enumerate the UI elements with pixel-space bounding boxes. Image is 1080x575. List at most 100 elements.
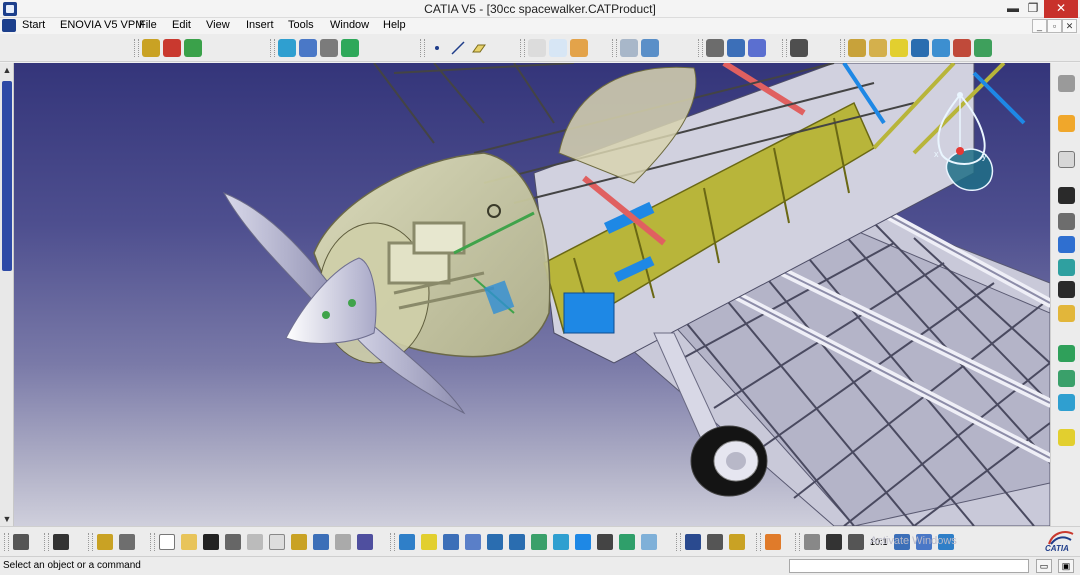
- start-menu-icon[interactable]: [2, 19, 16, 32]
- update-icon[interactable]: [1058, 394, 1075, 411]
- constraint-icon[interactable]: [320, 39, 338, 57]
- open-icon[interactable]: [181, 534, 197, 550]
- fit-all-icon[interactable]: [421, 534, 437, 550]
- status-bar: Select an object or a command ▭ ▣: [0, 556, 1080, 575]
- swap-space-icon[interactable]: [619, 534, 635, 550]
- sketch-icon[interactable]: [1058, 151, 1075, 168]
- apply-material-icon[interactable]: [1058, 236, 1075, 253]
- clash-icon[interactable]: [341, 39, 359, 57]
- menu-window[interactable]: Window: [330, 19, 369, 31]
- drawing-icon[interactable]: [1058, 259, 1075, 276]
- rotate-icon[interactable]: [465, 534, 481, 550]
- print-doc-icon[interactable]: [225, 534, 241, 550]
- quick-view-icon[interactable]: [553, 534, 569, 550]
- bt-group-tools: [756, 532, 787, 552]
- pan-icon[interactable]: [443, 534, 459, 550]
- sketcher-icon[interactable]: [142, 39, 160, 57]
- scroll-thumb[interactable]: [2, 81, 12, 271]
- publish-icon[interactable]: [570, 39, 588, 57]
- menu-start[interactable]: Start: [22, 19, 45, 31]
- manipulate-icon[interactable]: [641, 39, 659, 57]
- catalog-icon[interactable]: [706, 39, 724, 57]
- doc-restore-button[interactable]: ▫: [1047, 19, 1062, 33]
- update-tb-icon[interactable]: [765, 534, 781, 550]
- plane-icon[interactable]: [470, 39, 488, 57]
- save-icon[interactable]: [203, 534, 219, 550]
- compass-tool-icon[interactable]: [1058, 75, 1075, 92]
- macro-icon[interactable]: [97, 534, 113, 550]
- point-icon[interactable]: [428, 39, 446, 57]
- analyze-icon[interactable]: [804, 534, 820, 550]
- review-icon[interactable]: [1058, 213, 1075, 230]
- aircraft-model[interactable]: x y: [14, 63, 1050, 526]
- power-input-icon[interactable]: ▭: [1036, 559, 1052, 573]
- menu-tools[interactable]: Tools: [288, 19, 314, 31]
- menu-bar: Start ENOVIA V5 VPM File Edit View Inser…: [0, 18, 1080, 34]
- render-icon[interactable]: [869, 39, 887, 57]
- camera-icon[interactable]: [932, 39, 950, 57]
- menu-view[interactable]: View: [206, 19, 230, 31]
- measure-tb-icon[interactable]: [707, 534, 723, 550]
- vertical-scrollbar[interactable]: ▲ ▼: [0, 63, 14, 526]
- normal-view-icon[interactable]: [531, 534, 547, 550]
- zoom-in-icon[interactable]: [487, 534, 503, 550]
- line-icon[interactable]: [449, 39, 467, 57]
- section-icon[interactable]: [1058, 187, 1075, 204]
- measure-icon[interactable]: [278, 39, 296, 57]
- cube-icon[interactable]: [1058, 345, 1075, 362]
- assembly-icon[interactable]: [184, 39, 202, 57]
- apply-material-tb-icon[interactable]: [729, 534, 745, 550]
- maximize-button[interactable]: ❐: [1020, 0, 1046, 18]
- shading-icon[interactable]: [848, 39, 866, 57]
- scene-icon[interactable]: [748, 39, 766, 57]
- menu-file[interactable]: File: [139, 19, 157, 31]
- snap-icon[interactable]: [299, 39, 317, 57]
- material-icon[interactable]: [890, 39, 908, 57]
- doc-minimize-button[interactable]: _: [1032, 19, 1047, 33]
- copy-icon[interactable]: [269, 534, 285, 550]
- menu-enovia[interactable]: ENOVIA V5 VPM: [60, 19, 144, 31]
- redo-icon[interactable]: [335, 534, 351, 550]
- print-icon[interactable]: [13, 534, 29, 550]
- new-icon[interactable]: [159, 534, 175, 550]
- compass-view-icon[interactable]: [953, 39, 971, 57]
- turntable-icon[interactable]: [790, 39, 808, 57]
- compass-tb-icon[interactable]: [641, 534, 657, 550]
- zoom-out-icon[interactable]: [509, 534, 525, 550]
- environment-icon[interactable]: [974, 39, 992, 57]
- close-button[interactable]: ✕: [1044, 0, 1078, 18]
- menu-insert[interactable]: Insert: [246, 19, 274, 31]
- fillet-icon[interactable]: [1058, 305, 1075, 322]
- fly-icon[interactable]: [826, 534, 842, 550]
- hole-icon[interactable]: [1058, 281, 1075, 298]
- catalog-browser-icon[interactable]: [1058, 370, 1075, 387]
- command-input[interactable]: [789, 559, 1029, 573]
- spec-tree-icon[interactable]: [685, 534, 701, 550]
- scroll-up-icon[interactable]: ▲: [2, 65, 12, 75]
- fly-mode-icon[interactable]: [399, 534, 415, 550]
- part-design-icon[interactable]: [163, 39, 181, 57]
- doc-close-button[interactable]: ✕: [1062, 19, 1077, 33]
- 3d-viewport[interactable]: x y: [14, 63, 1050, 526]
- camera-capture-icon[interactable]: [53, 534, 69, 550]
- stop-command-icon[interactable]: ▣: [1058, 559, 1074, 573]
- text-icon[interactable]: [528, 39, 546, 57]
- paste-icon[interactable]: [291, 534, 307, 550]
- render-style-icon[interactable]: [575, 534, 591, 550]
- undo-icon[interactable]: [313, 534, 329, 550]
- workbench-icon[interactable]: [119, 534, 135, 550]
- hide-show-icon[interactable]: [597, 534, 613, 550]
- annotation-icon[interactable]: [549, 39, 567, 57]
- whats-this-icon[interactable]: [357, 534, 373, 550]
- grid-icon[interactable]: [727, 39, 745, 57]
- layers-icon[interactable]: [1058, 429, 1075, 446]
- scroll-down-icon[interactable]: ▼: [2, 514, 12, 524]
- select-arrow-icon[interactable]: [1058, 115, 1075, 132]
- light-icon[interactable]: [911, 39, 929, 57]
- scale-icon[interactable]: [848, 534, 864, 550]
- menu-help[interactable]: Help: [383, 19, 406, 31]
- cut-icon[interactable]: [247, 534, 263, 550]
- exploded-view-icon[interactable]: [620, 39, 638, 57]
- menu-edit[interactable]: Edit: [172, 19, 191, 31]
- compass-y-label: y: [982, 151, 987, 161]
